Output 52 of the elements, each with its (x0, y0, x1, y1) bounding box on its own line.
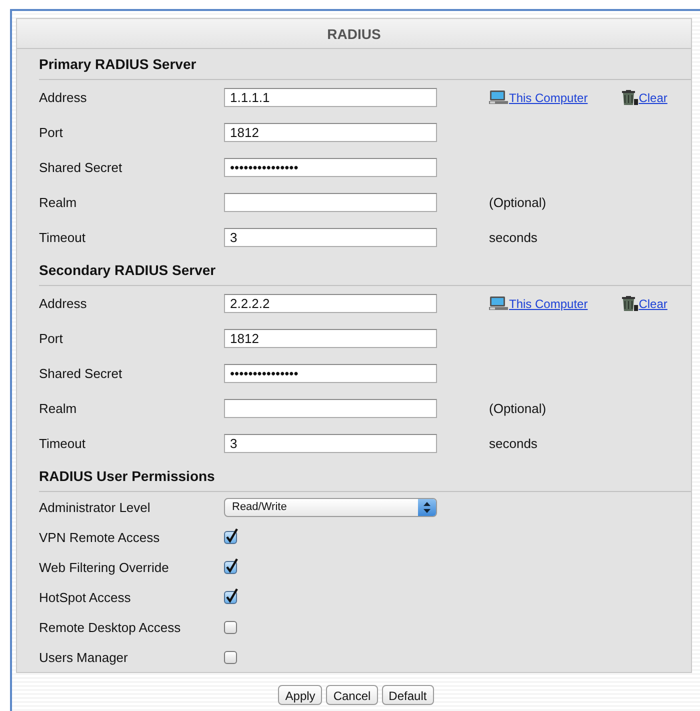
field-label: Realm (38, 401, 78, 416)
field-label: VPN Remote Access (38, 530, 161, 544)
field-label: Shared Secret (38, 160, 124, 175)
field-label: HotSpot Access (38, 590, 132, 604)
section-heading: Secondary RADIUS Server (39, 262, 216, 278)
field-label: Timeout (38, 230, 86, 245)
field-label: Port (38, 331, 64, 346)
checkbox[interactable] (224, 650, 237, 664)
input-field[interactable]: 1.1.1.1 (224, 88, 437, 107)
action-button[interactable]: Default (382, 685, 434, 705)
field-note: seconds (489, 230, 538, 245)
checkbox[interactable] (224, 590, 237, 604)
link[interactable]: Clear (638, 90, 668, 104)
action-button[interactable]: Apply (278, 685, 322, 705)
checkbox[interactable] (224, 560, 237, 574)
field-label: Address (38, 90, 88, 105)
input-field[interactable] (224, 193, 437, 212)
link[interactable]: This Computer (509, 90, 588, 104)
action-button[interactable]: Cancel (326, 685, 378, 705)
input-field[interactable]: 3 (224, 228, 437, 247)
computer-icon[interactable] (489, 296, 508, 311)
panel-title: RADIUS (17, 19, 691, 49)
input-field[interactable]: 3 (224, 434, 437, 453)
field-label: Port (38, 125, 64, 140)
input-field[interactable]: 2.2.2.2 (224, 294, 437, 313)
input-field[interactable] (224, 399, 437, 418)
field-note: (Optional) (489, 195, 548, 210)
field-label: Administrator Level (38, 500, 152, 514)
trash-icon[interactable] (622, 296, 638, 311)
link[interactable]: Clear (638, 296, 668, 310)
checkbox[interactable] (224, 620, 237, 634)
link[interactable]: This Computer (509, 296, 588, 310)
field-label: Realm (38, 195, 78, 210)
field-note: seconds (489, 436, 538, 451)
field-note: (Optional) (489, 401, 548, 416)
password-field[interactable]: ••••••••••••••• (224, 364, 437, 383)
field-label: Remote Desktop Access (38, 620, 182, 634)
trash-icon[interactable] (622, 90, 638, 105)
field-label: Timeout (38, 436, 86, 451)
field-label: Shared Secret (38, 366, 124, 381)
field-label: Web Filtering Override (38, 560, 170, 574)
input-field[interactable]: 1812 (224, 123, 437, 142)
computer-icon[interactable] (489, 90, 508, 105)
field-label: Address (38, 296, 88, 311)
input-field[interactable]: 1812 (224, 329, 437, 348)
dropdown[interactable]: Read/Write (224, 498, 437, 516)
stepper-icon[interactable] (418, 498, 436, 516)
section-heading: Primary RADIUS Server (39, 56, 196, 72)
section-heading: RADIUS User Permissions (39, 468, 215, 484)
checkbox[interactable] (224, 530, 237, 544)
field-label: Users Manager (38, 650, 129, 664)
password-field[interactable]: ••••••••••••••• (224, 158, 437, 177)
